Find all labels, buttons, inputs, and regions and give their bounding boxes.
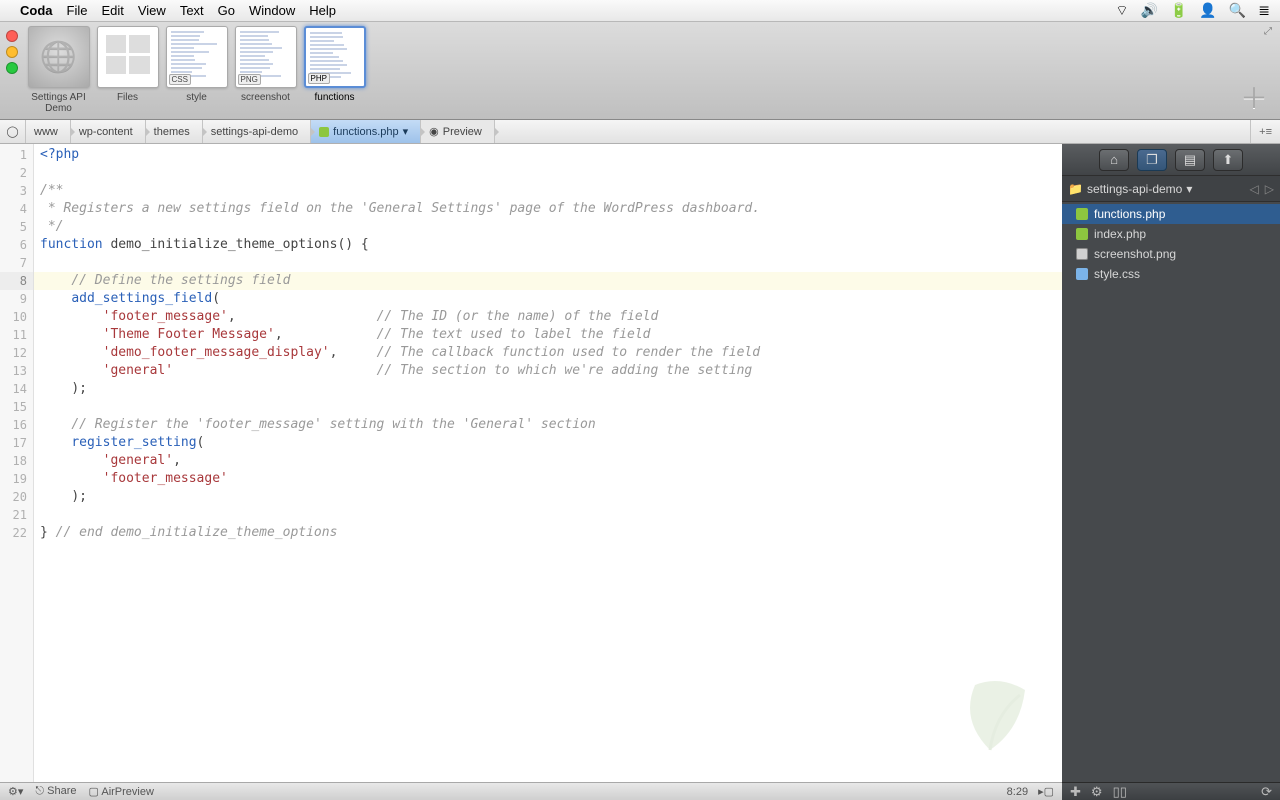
menu-view[interactable]: View bbox=[138, 3, 166, 18]
split-view-button[interactable]: +≡ bbox=[1250, 120, 1280, 143]
folder-icon: 📁 bbox=[1068, 182, 1083, 196]
php-file-icon bbox=[1076, 208, 1088, 220]
battery-icon[interactable]: 🔋 bbox=[1170, 2, 1187, 19]
css-file-icon bbox=[1076, 268, 1088, 280]
airpreview-button[interactable]: ▢ AirPreview bbox=[89, 785, 154, 798]
file-list: functions.phpindex.phpscreenshot.pngstyl… bbox=[1062, 202, 1280, 782]
breadcrumb-file[interactable]: functions.php ▾ bbox=[311, 120, 421, 143]
file-screenshot-png[interactable]: screenshot.png bbox=[1062, 244, 1280, 264]
preview-button[interactable]: ◉ Preview bbox=[421, 120, 495, 143]
php-file-icon bbox=[1076, 228, 1088, 240]
menu-extras: ⌔ 🔊 🔋 👤 🔍 ≣ bbox=[1115, 2, 1270, 20]
files-icon[interactable]: ❐ bbox=[1137, 149, 1167, 171]
wifi-icon[interactable]: ⌔ bbox=[1115, 2, 1128, 20]
nav-forward-icon[interactable]: ▷ bbox=[1265, 182, 1274, 196]
action-icon[interactable]: ⚙ bbox=[1091, 784, 1103, 800]
code-editor[interactable]: 12345678910111213141516171819202122 <?ph… bbox=[0, 144, 1062, 782]
menubar: Coda File Edit View Text Go Window Help ⌔ 🔊 🔋 … bbox=[0, 0, 1280, 22]
code-area[interactable]: <?php/** * Registers a new settings fiel… bbox=[34, 144, 1062, 782]
volume-icon[interactable]: 🔊 bbox=[1141, 2, 1158, 19]
clips-icon[interactable]: ▤ bbox=[1175, 149, 1205, 171]
menu-go[interactable]: Go bbox=[218, 3, 235, 18]
minimize-button[interactable] bbox=[6, 46, 18, 58]
close-button[interactable] bbox=[6, 30, 18, 42]
tab-files[interactable]: Files bbox=[95, 26, 160, 103]
menu-text[interactable]: Text bbox=[180, 3, 204, 18]
eye-icon: ◉ bbox=[429, 125, 439, 138]
sidebar-toolbar: ⌂ ❐ ▤ ⬆ bbox=[1062, 144, 1280, 176]
sidebar-path[interactable]: 📁 settings-api-demo ▾ ◁ ▷ bbox=[1062, 176, 1280, 202]
publish-icon[interactable]: ⬆ bbox=[1213, 149, 1243, 171]
cursor-position: 8:29 bbox=[1007, 786, 1028, 798]
zoom-button[interactable] bbox=[6, 62, 18, 74]
breadcrumb-wp-content[interactable]: wp-content bbox=[71, 120, 146, 143]
breadcrumb-settings-api-demo[interactable]: settings-api-demo bbox=[203, 120, 311, 143]
sidebar: ⌂ ❐ ▤ ⬆ 📁 settings-api-demo ▾ ◁ ▷ functi… bbox=[1062, 144, 1280, 782]
line-gutter: 12345678910111213141516171819202122 bbox=[0, 144, 34, 782]
columns-icon[interactable]: ▯▯ bbox=[1113, 784, 1127, 800]
back-button[interactable]: ◯ bbox=[0, 120, 26, 143]
app-name[interactable]: Coda bbox=[20, 3, 53, 18]
add-file-icon[interactable]: ✚ bbox=[1070, 784, 1081, 800]
breadcrumb-file-label: functions.php bbox=[333, 126, 398, 138]
reload-icon[interactable]: ⟳ bbox=[1261, 784, 1272, 800]
spotlight-icon[interactable]: 🔍 bbox=[1229, 2, 1246, 19]
gear-icon[interactable]: ⚙▾ bbox=[8, 785, 23, 798]
menu-edit[interactable]: Edit bbox=[101, 3, 123, 18]
status-bar: ⚙▾ ⎋ Share ▢ AirPreview 8:29 ▸▢ bbox=[0, 782, 1062, 800]
notifications-icon[interactable]: ≣ bbox=[1258, 2, 1270, 19]
tab-style[interactable]: CSSstyle bbox=[164, 26, 229, 103]
chevron-down-icon[interactable]: ▾ bbox=[403, 125, 409, 138]
breadcrumb-www[interactable]: www bbox=[26, 120, 71, 143]
path-bar: ◯ wwwwp-contentthemessettings-api-demo f… bbox=[0, 120, 1280, 144]
share-button[interactable]: ⎋ Share bbox=[35, 785, 76, 798]
chevron-down-icon[interactable]: ▾ bbox=[1186, 182, 1192, 196]
tab-screenshot[interactable]: PNGscreenshot bbox=[233, 26, 298, 103]
expand-icon[interactable]: ⤢ bbox=[1264, 26, 1272, 37]
user-icon[interactable]: 👤 bbox=[1199, 2, 1216, 19]
sidebar-folder-label: settings-api-demo bbox=[1087, 182, 1182, 196]
file-style-css[interactable]: style.css bbox=[1062, 264, 1280, 284]
toolbar: Settings API DemoFilesCSSstylePNGscreens… bbox=[0, 22, 1280, 120]
window-controls bbox=[6, 26, 18, 74]
menu-window[interactable]: Window bbox=[249, 3, 295, 18]
tab-settings-api-demo[interactable]: Settings API Demo bbox=[26, 26, 91, 114]
tab-functions[interactable]: PHPfunctions bbox=[302, 26, 367, 103]
php-file-icon bbox=[319, 127, 329, 137]
sidebar-status: ✚ ⚙ ▯▯ ⟳ bbox=[1062, 782, 1280, 800]
document-tabs: Settings API DemoFilesCSSstylePNGscreens… bbox=[26, 26, 367, 114]
breadcrumb-themes[interactable]: themes bbox=[146, 120, 203, 143]
file-functions-php[interactable]: functions.php bbox=[1062, 204, 1280, 224]
menu-help[interactable]: Help bbox=[309, 3, 336, 18]
home-icon[interactable]: ⌂ bbox=[1099, 149, 1129, 171]
add-tab-button[interactable]: ＋ bbox=[1240, 77, 1268, 117]
nav-back-icon[interactable]: ◁ bbox=[1250, 182, 1259, 196]
symbols-icon[interactable]: ▸▢ bbox=[1038, 785, 1054, 798]
menu-file[interactable]: File bbox=[67, 3, 88, 18]
file-index-php[interactable]: index.php bbox=[1062, 224, 1280, 244]
preview-label: Preview bbox=[443, 126, 482, 138]
png-file-icon bbox=[1076, 248, 1088, 260]
